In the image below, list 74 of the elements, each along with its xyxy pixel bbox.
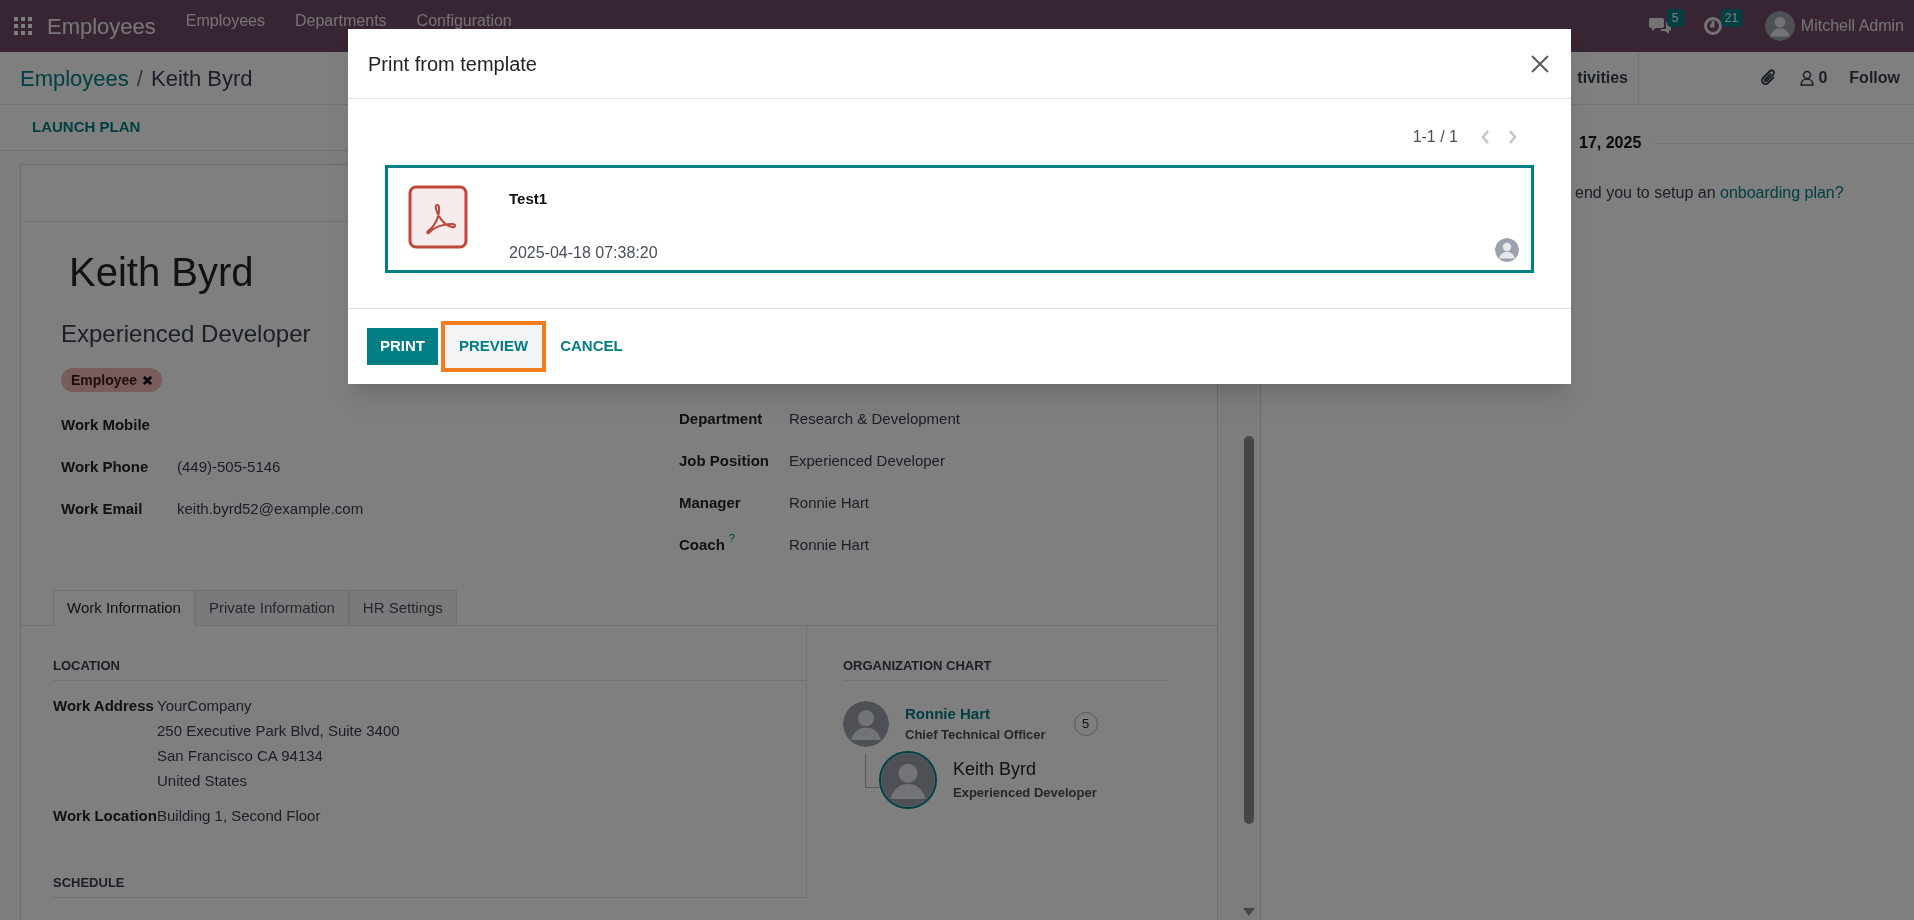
dialog-title: Print from template [368,51,537,77]
onboarding-plan-link[interactable]: onboarding plan? [1720,184,1844,201]
address-line: United States [157,770,249,791]
field-label: Work Phone [61,457,149,477]
employee-name: Keith Byrd [953,758,1038,782]
template-card[interactable]: Test1 2025-04-18 07:38:20 [385,165,1534,273]
field-value: Ronnie Hart [789,493,870,513]
field-value: Experienced Developer [789,451,945,471]
manager-name[interactable]: Ronnie Hart [905,702,1046,725]
field-label: Job Position [679,451,769,471]
scroll-down-icon[interactable] [1243,908,1255,916]
messages-button[interactable]: 5 [1648,11,1689,41]
menu-item[interactable]: Employees [185,12,265,30]
close-icon[interactable] [1531,54,1549,73]
employee-tag: Employee [61,368,163,392]
followers-button[interactable]: 0 [1800,66,1828,90]
launch-plan-button[interactable]: LAUNCH PLAN [20,112,153,143]
section-heading: SCHEDULE [53,874,126,892]
employee-avatar [879,750,937,809]
preview-button[interactable]: PREVIEW [441,321,547,372]
message-count-badge: 5 [1666,9,1684,27]
field-value: (449)-505-5146 [177,457,281,477]
field-label: Coach [679,535,725,555]
address-line: 250 Executive Park Blvd, Suite 3400 [157,720,400,741]
field-label: Manager [679,493,741,513]
form-tab[interactable]: Private Information [194,590,349,626]
manager-title: Chief Technical Officer [905,726,1046,744]
section-heading: LOCATION [53,657,121,675]
field-value: Research & Development [789,409,960,429]
follow-button[interactable]: Follow [1849,66,1900,90]
user-avatar [1764,11,1795,41]
chat-bubbles-icon [1648,16,1671,36]
address-line: YourCompany [157,695,253,716]
activities-button[interactable]: tivities [1577,66,1628,90]
menu-item[interactable]: Departments [295,12,387,30]
print-button[interactable]: PRINT [367,328,438,365]
employee-title: Experienced Developer [953,784,1097,803]
field-value: Ronnie Hart [789,535,870,555]
breadcrumb-current: Keith Byrd [150,64,253,93]
field-label: Work Address [53,696,154,714]
template-date: 2025-04-18 07:38:20 [509,242,659,263]
address-line: San Francisco CA 94134 [157,745,324,766]
clock-icon [1702,16,1723,36]
breadcrumb-separator: / [136,64,143,93]
form-tab[interactable]: Work Information [53,590,195,626]
form-tab[interactable]: HR Settings [348,590,457,626]
job-title: Experienced Developer [61,319,311,349]
field-label: Department [679,409,763,429]
breadcrumb-link[interactable]: Employees [20,61,129,95]
employee-name: Keith Byrd [69,249,254,296]
pdf-file-icon [408,185,468,249]
field-label: Work Location [53,806,157,824]
field-value: keith.byrd52@example.com [177,499,364,519]
remove-icon[interactable] [143,375,153,385]
person-icon [1800,70,1815,86]
cancel-button[interactable]: CANCEL [549,328,634,365]
address-line: Building 1, Second Floor [157,805,321,826]
user-menu[interactable]: Mitchell Admin [1764,11,1904,41]
help-tooltip[interactable]: ? [728,532,735,544]
menu-item[interactable]: Configuration [416,12,512,30]
apps-grid-icon[interactable] [14,17,32,35]
template-name: Test1 [509,189,549,209]
section-heading: ORGANIZATION CHART [843,657,993,675]
field-label: Work Mobile [61,415,150,435]
connector-line [865,753,879,788]
activities-button[interactable]: 21 [1702,11,1747,41]
scrollbar[interactable] [1244,436,1254,824]
activity-count-badge: 21 [1720,9,1743,27]
author-avatar [1495,238,1519,262]
manager-avatar [843,700,889,747]
date-separator: 17, 2025 [1579,133,1642,153]
app-name[interactable]: Employees [47,9,156,43]
field-label: Work Email [61,499,143,519]
pager-value: 1-1 / 1 [1412,127,1458,147]
